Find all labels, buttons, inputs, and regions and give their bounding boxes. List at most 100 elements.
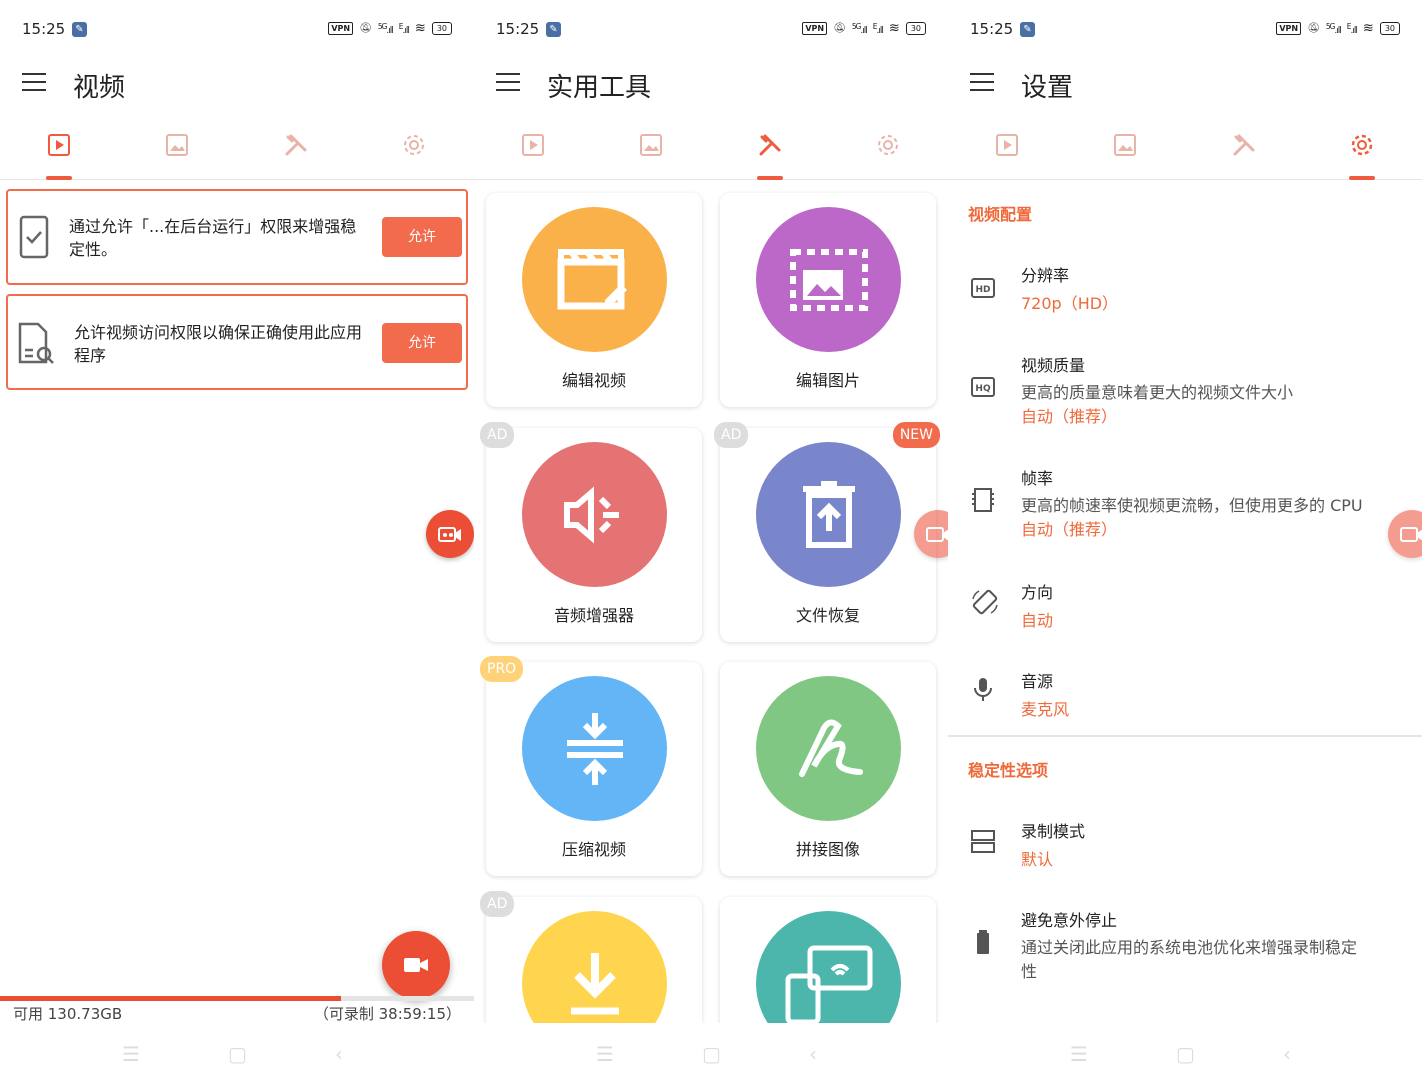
setting-title: 避免意外停止 — [1021, 911, 1118, 930]
image-edit-icon — [756, 207, 901, 352]
signal2-icon: E.ıll — [872, 21, 884, 36]
home-nav-icon[interactable]: ▢ — [702, 1042, 721, 1066]
new-badge: NEW — [892, 422, 940, 448]
setting-title: 方向 — [1021, 583, 1054, 602]
tool-file-recovery[interactable]: AD NEW 文件恢复 — [714, 422, 940, 642]
camera-icon — [438, 527, 461, 542]
status-icons: VPN 🔕︎ 5G.ıll E.ıll ≋ 30 — [328, 21, 452, 36]
setting-resolution[interactable]: HD 分辨率 720p（HD） — [948, 260, 1422, 320]
download-icon — [522, 911, 667, 1023]
back-nav-icon[interactable]: ‹ — [809, 1042, 817, 1066]
tool-edit-image[interactable]: 编辑图片 — [720, 193, 936, 407]
home-nav-icon[interactable]: ▢ — [228, 1042, 247, 1066]
mute-icon: 🔕︎ — [833, 23, 846, 34]
tool-download[interactable]: AD — [480, 891, 702, 1023]
signal-icon: 5G.ıll — [377, 21, 394, 36]
status-bar: 15:25 ✎ VPN 🔕︎ 5G.ıll E.ıll ≋ 30 — [474, 0, 948, 60]
setting-title: 音源 — [1021, 672, 1054, 691]
tool-stitch-image[interactable]: 拼接图像 — [720, 662, 936, 876]
system-nav-bar: ☰ ▢ ‹ — [474, 1030, 948, 1080]
tools-icon — [1233, 134, 1255, 156]
tool-edit-video[interactable]: 编辑视频 — [486, 193, 702, 407]
tab-bar — [948, 122, 1422, 180]
tool-label: 文件恢复 — [795, 606, 860, 625]
wrench-notification-icon: ✎ — [72, 22, 87, 37]
page-title: 实用工具 — [547, 73, 652, 103]
setting-orientation[interactable]: 方向 自动 — [948, 577, 1422, 637]
top-bar: 设置 — [948, 60, 1422, 110]
play-icon — [996, 134, 1018, 156]
tool-label: 编辑图片 — [795, 371, 860, 390]
floating-recorder-button[interactable] — [1388, 510, 1422, 558]
tool-compress-video[interactable]: PRO 压缩视频 — [480, 656, 702, 876]
home-nav-icon[interactable]: ▢ — [1176, 1042, 1195, 1066]
setting-video-quality[interactable]: HQ 视频质量 更高的质量意味着更大的视频文件大小 自动（推荐） — [948, 350, 1422, 430]
allow-button[interactable]: 允许 — [382, 323, 462, 363]
storage-progress — [0, 996, 474, 1001]
setting-description: 更高的帧速率使视频更流畅，但使用更多的 CPU — [1021, 496, 1363, 515]
tab-image[interactable] — [631, 132, 671, 180]
tab-tools[interactable] — [276, 132, 316, 180]
mic-icon — [974, 678, 992, 701]
battery-status-icon: 30 — [905, 22, 926, 35]
menu-nav-icon[interactable]: ☰ — [122, 1042, 140, 1066]
available-storage: 可用 130.73GB — [13, 1005, 123, 1023]
tab-image[interactable] — [1105, 132, 1145, 180]
battery-status-icon: 30 — [431, 22, 452, 35]
cast-icon — [756, 911, 901, 1023]
ad-badge: AD — [480, 422, 515, 448]
tab-settings[interactable] — [1342, 132, 1382, 180]
tools-icon — [285, 134, 307, 156]
play-icon — [522, 134, 544, 156]
setting-frame-rate[interactable]: 帧率 更高的帧速率使视频更流畅，但使用更多的 CPU 自动（推荐） — [948, 463, 1422, 543]
allow-button[interactable]: 允许 — [382, 217, 462, 257]
vpn-icon: VPN — [802, 22, 828, 35]
record-fab[interactable] — [382, 931, 450, 999]
tab-video[interactable] — [513, 132, 553, 180]
wifi-icon: ≋ — [414, 21, 426, 36]
back-nav-icon[interactable]: ‹ — [1283, 1042, 1291, 1066]
system-nav-bar: ☰ ▢ ‹ — [0, 1030, 474, 1080]
top-bar: 实用工具 — [474, 60, 948, 110]
tab-settings[interactable] — [868, 132, 908, 180]
menu-nav-icon[interactable]: ☰ — [1070, 1042, 1088, 1066]
tab-tools[interactable] — [750, 132, 790, 180]
setting-record-mode[interactable]: 录制模式 默认 — [948, 816, 1422, 876]
gear-icon — [1351, 134, 1373, 156]
signal2-icon: E.ıll — [398, 21, 410, 36]
setting-value: 720p（HD） — [1021, 294, 1119, 313]
tool-label: 音频增强器 — [553, 606, 634, 625]
ad-badge: AD — [480, 891, 515, 917]
tool-cast[interactable] — [720, 897, 936, 1023]
back-nav-icon[interactable]: ‹ — [335, 1042, 343, 1066]
setting-description-cont: 性 — [1021, 962, 1038, 981]
tab-video[interactable] — [39, 132, 79, 180]
camera-icon — [926, 527, 948, 542]
settings-screen: 15:25 ✎ VPN 🔕︎ 5G.ıll E.ıll ≋ 30 设置 视频配置… — [948, 0, 1422, 1080]
floating-recorder-button[interactable] — [426, 510, 474, 558]
menu-icon[interactable] — [496, 73, 520, 91]
wifi-icon: ≋ — [888, 21, 900, 36]
compress-icon — [522, 676, 667, 821]
menu-icon[interactable] — [22, 73, 46, 91]
video-permission-card: 允许视频访问权限以确保正确使用此应用程序 允许 — [6, 294, 468, 390]
setting-value: 默认 — [1021, 850, 1054, 869]
menu-icon[interactable] — [970, 73, 994, 91]
tab-tools[interactable] — [1224, 132, 1264, 180]
battery-status-icon: 30 — [1379, 22, 1400, 35]
tab-bar — [0, 122, 474, 180]
setting-value: 麦克风 — [1021, 700, 1070, 719]
tool-label: 编辑视频 — [561, 371, 626, 390]
section-stability: 稳定性选项 — [968, 761, 1049, 780]
menu-nav-icon[interactable]: ☰ — [596, 1042, 614, 1066]
setting-audio-source[interactable]: 音源 麦克风 — [948, 666, 1422, 726]
tab-settings[interactable] — [394, 132, 434, 180]
tool-audio-enhancer[interactable]: AD 音频增强器 — [480, 422, 702, 642]
setting-title: 录制模式 — [1021, 822, 1086, 841]
tab-video[interactable] — [987, 132, 1027, 180]
vpn-icon: VPN — [1276, 22, 1302, 35]
tab-image[interactable] — [157, 132, 197, 180]
section-video-config: 视频配置 — [968, 205, 1033, 224]
setting-avoid-stop[interactable]: 避免意外停止 通过关闭此应用的系统电池优化来增强录制稳定 性 — [948, 905, 1422, 985]
signal-icon: 5G.ıll — [851, 21, 868, 36]
